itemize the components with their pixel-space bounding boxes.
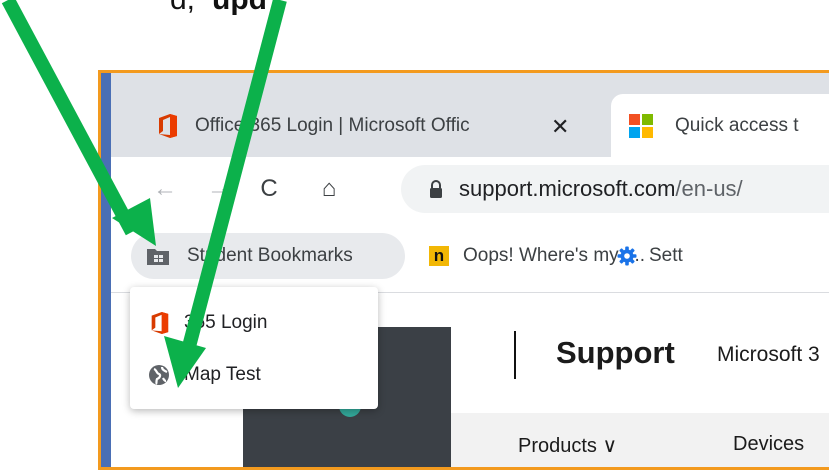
office-logo-icon xyxy=(151,312,169,334)
bookmark-label: Sett xyxy=(649,245,683,266)
bookmark-folder-label: Student Bookmarks xyxy=(187,245,353,266)
tab-title: Quick access t xyxy=(675,114,799,136)
caption-text-b: upd xyxy=(212,0,267,20)
tab-strip: Office 365 Login | Microsoft Offic ✕ Qui… xyxy=(111,73,829,157)
tab-title: Office 365 Login | Microsoft Offic xyxy=(195,114,470,136)
browser-window: Office 365 Login | Microsoft Offic ✕ Qui… xyxy=(101,73,829,467)
home-icon[interactable]: ⌂ xyxy=(311,171,347,207)
address-bar[interactable]: support.microsoft.com /en-us/ xyxy=(401,165,829,213)
url-host: support.microsoft.com xyxy=(459,176,676,201)
close-icon[interactable]: ✕ xyxy=(551,114,569,140)
nav-devices[interactable]: Devices xyxy=(733,433,804,456)
globe-icon xyxy=(149,365,169,385)
menu-item-map-test[interactable]: Map Test xyxy=(130,349,378,401)
screenshot-frame: Office 365 Login | Microsoft Offic ✕ Qui… xyxy=(98,70,829,470)
bookmark-settings[interactable]: Sett xyxy=(617,233,683,279)
header-divider xyxy=(514,331,516,379)
menu-item-365-login[interactable]: 365 Login xyxy=(130,297,378,349)
caption-text-a: d, xyxy=(170,0,195,20)
folder-icon xyxy=(147,249,169,265)
bookmark-oops[interactable]: n Oops! Where's my t... xyxy=(429,233,645,279)
bookmark-folder-menu: 365 Login Map Test xyxy=(130,287,378,409)
support-title[interactable]: Support xyxy=(556,335,675,371)
menu-item-label: Map Test xyxy=(184,364,261,385)
n-icon: n xyxy=(429,246,449,266)
menu-item-label: 365 Login xyxy=(184,312,268,333)
microsoft-logo-icon xyxy=(629,113,653,138)
forward-arrow-icon[interactable]: → xyxy=(201,171,237,207)
back-arrow-icon[interactable]: ← xyxy=(147,171,183,207)
office-logo-icon xyxy=(159,113,177,138)
window-edge xyxy=(101,73,111,467)
bookmark-folder-student-bookmarks[interactable]: Student Bookmarks xyxy=(131,233,405,279)
reload-icon[interactable]: C xyxy=(251,171,287,207)
gear-icon xyxy=(617,246,637,266)
url-path: /en-us/ xyxy=(675,176,743,201)
nav-products[interactable]: Products ∨ xyxy=(518,433,617,458)
top-caption: d, upd xyxy=(0,0,829,20)
support-subtitle[interactable]: Microsoft 3 xyxy=(717,343,820,367)
bookmarks-bar: Student Bookmarks n Oops! Where's my t..… xyxy=(111,223,829,293)
tab-quick-access[interactable]: Quick access t xyxy=(611,94,829,157)
lock-icon xyxy=(430,180,442,198)
browser-toolbar: ← → C ⌂ support.microsoft.com /en-us/ xyxy=(111,157,829,223)
tab-office-365-login[interactable]: Office 365 Login | Microsoft Offic ✕ xyxy=(111,94,611,157)
